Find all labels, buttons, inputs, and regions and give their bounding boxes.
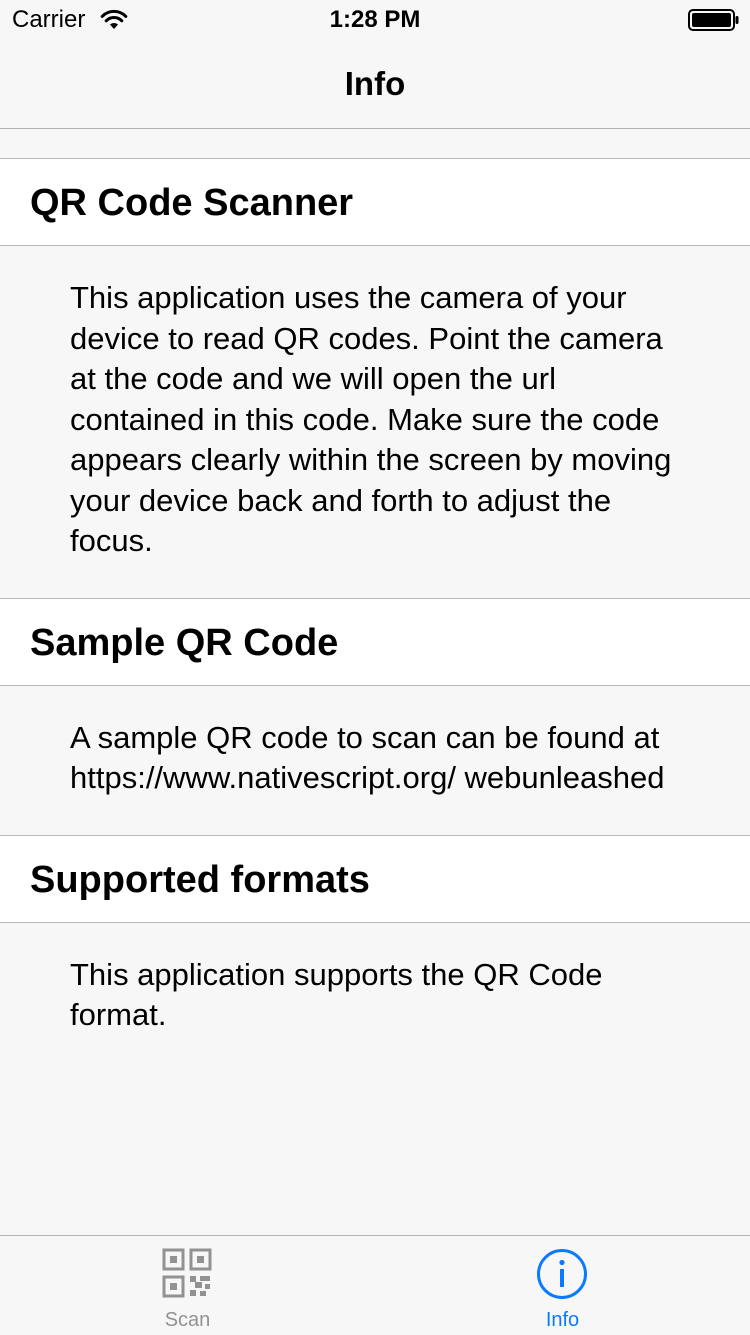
- navigation-bar: Info: [0, 40, 750, 129]
- section-body-sample-qr-code: A sample QR code to scan can be found at…: [70, 719, 665, 796]
- status-bar: Carrier 1:28 PM: [0, 0, 750, 40]
- qr-code-icon: [162, 1248, 212, 1298]
- battery-icon: [688, 9, 739, 31]
- section-header-supported-formats: Supported formats: [0, 834, 750, 923]
- section-title: QR Code Scanner: [30, 182, 354, 224]
- tab-scan[interactable]: Scan: [0, 1236, 375, 1335]
- section-title: Sample QR Code: [30, 621, 339, 664]
- page-title: Info: [344, 65, 406, 102]
- section-header-qr-code-scanner: QR Code Scanner: [0, 158, 750, 246]
- tab-label: Info: [545, 1309, 580, 1331]
- section-title: Supported formats: [30, 858, 370, 901]
- section-body-supported-formats: This application supports the QR Code fo…: [70, 956, 603, 1033]
- tab-info[interactable]: Info: [375, 1236, 750, 1335]
- section-header-sample-qr-code: Sample QR Code: [0, 597, 750, 686]
- tab-label: Scan: [164, 1309, 211, 1331]
- info-content: QR Code Scanner This application uses th…: [0, 158, 750, 1072]
- status-time: 1:28 PM: [329, 6, 421, 33]
- section-body-qr-code-scanner: This application uses the camera of your…: [70, 280, 672, 558]
- tab-bar: Scan Info: [0, 1235, 750, 1335]
- info-icon: [537, 1249, 587, 1299]
